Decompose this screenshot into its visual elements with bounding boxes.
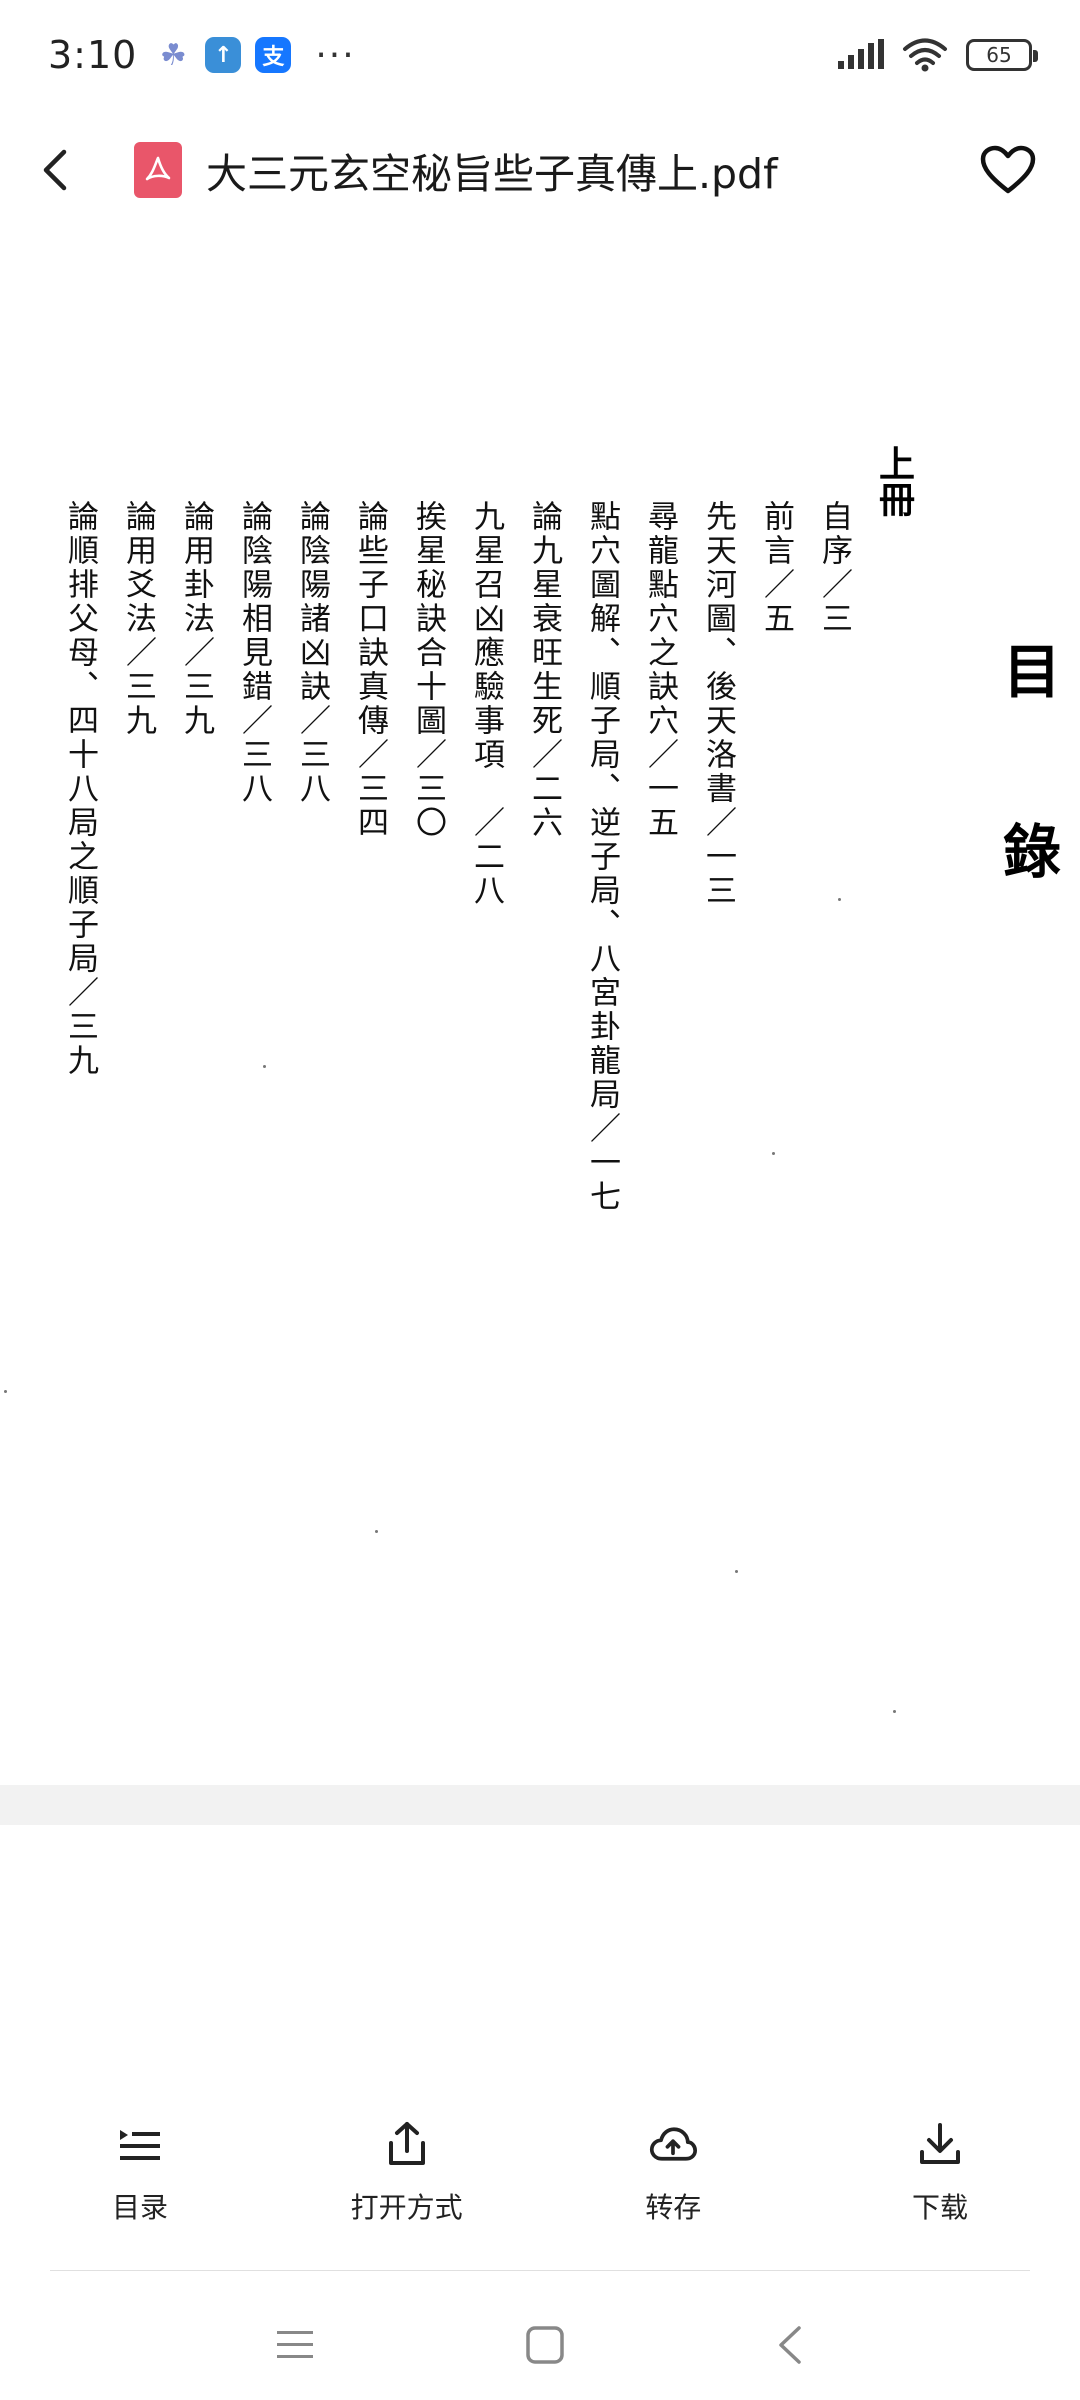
save-to-cloud-label: 转存: [645, 2191, 702, 2224]
wifi-icon: [903, 38, 947, 72]
scan-speck: [263, 1065, 266, 1068]
scan-speck: [838, 898, 841, 901]
pdf-page-view[interactable]: 目 錄 上冊 自序／三 前言／五 先天河圖、後天洛書／一三 尋龍點穴之訣穴／一五…: [0, 230, 1080, 1785]
page-heading-char-2: 錄: [1002, 818, 1061, 886]
page-separator: [0, 1785, 1080, 1825]
scan-speck: [4, 1390, 7, 1393]
more-notifications-icon: ···: [315, 34, 356, 76]
status-right: 65: [836, 38, 1038, 72]
table-of-contents: 自序／三 前言／五 先天河圖、後天洛書／一三 尋龍點穴之訣穴／一五 點穴圖解、順…: [61, 500, 852, 1380]
toc-entry: 論九星衰旺生死／二六: [526, 500, 562, 840]
volume-label: 上冊: [873, 445, 915, 517]
scan-speck: [772, 1152, 775, 1155]
share-icon: [383, 2120, 431, 2168]
cluster-app-icon: ☘: [155, 37, 192, 73]
menu-icon[interactable]: [275, 2328, 315, 2362]
chevron-left-icon: [43, 149, 67, 191]
toc-entry: 前言／五: [758, 500, 794, 636]
toc-label: 目录: [111, 2191, 168, 2224]
toc-entry: 點穴圖解、順子局、逆子局、八宮卦龍局／一七: [584, 500, 620, 1214]
open-with-label: 打开方式: [350, 2191, 463, 2224]
toc-entry: 自序／三: [816, 500, 852, 636]
title-bar: 大三元玄空秘旨些子真傳上.pdf: [0, 110, 1080, 230]
bottom-toolbar: 目录 打开方式 转存 下载: [0, 2120, 1080, 2270]
battery-level: 65: [986, 43, 1012, 67]
scan-speck: [735, 1570, 738, 1573]
toc-entry: 尋龍點穴之訣穴／一五: [642, 500, 678, 840]
toc-entry: 論陰陽諸凶訣／三八: [294, 500, 330, 806]
download-label: 下载: [911, 2191, 968, 2224]
download-button[interactable]: 下载: [830, 2120, 1050, 2270]
status-app-icons: ☘ ↑ 支 ···: [155, 35, 355, 76]
toc-entry: 挨星秘訣合十圖／三〇: [410, 500, 446, 840]
toc-entry: 論陰陽相見錯／三八: [236, 500, 272, 806]
toc-entry: 論用卦法／三九: [178, 500, 214, 738]
back-triangle-icon[interactable]: [775, 2325, 805, 2365]
toc-entry: 先天河圖、後天洛書／一三: [700, 500, 736, 908]
status-bar: 3:10 ☘ ↑ 支 ··· 65: [0, 0, 1080, 110]
list-icon: [116, 2120, 164, 2168]
page-heading-char-1: 目: [1002, 638, 1061, 706]
toc-entry: 九星召凶應驗事項 ／二八: [468, 500, 504, 908]
toc-button[interactable]: 目录: [30, 2120, 250, 2270]
alipay-app-icon: 支: [255, 37, 292, 73]
scan-speck: [375, 1530, 378, 1533]
document-title: 大三元玄空秘旨些子真傳上.pdf: [206, 150, 778, 198]
home-square-icon[interactable]: [525, 2325, 565, 2365]
favorite-button[interactable]: [976, 138, 1040, 202]
system-nav-bar: [0, 2290, 1080, 2400]
back-button[interactable]: [40, 140, 90, 200]
battery-indicator: 65: [966, 39, 1038, 71]
cloud-upload-icon: [649, 2120, 698, 2168]
scan-speck: [893, 1710, 896, 1713]
open-with-button[interactable]: 打开方式: [297, 2120, 517, 2270]
status-time: 3:10: [48, 33, 138, 77]
pdf-file-icon: [134, 142, 182, 198]
toc-entry: 論順排父母、四十八局之順子局／三九: [62, 500, 98, 1078]
download-icon: [916, 2120, 964, 2168]
toc-entry: 論些子口訣真傳／三四: [352, 500, 388, 840]
save-to-cloud-button[interactable]: 转存: [563, 2120, 783, 2270]
heart-icon: [980, 145, 1036, 194]
toolbar-divider: [50, 2270, 1030, 2271]
signal-icon: [838, 39, 884, 69]
toc-entry: 論用爻法／三九: [120, 500, 156, 738]
upload-app-icon: ↑: [205, 37, 242, 73]
